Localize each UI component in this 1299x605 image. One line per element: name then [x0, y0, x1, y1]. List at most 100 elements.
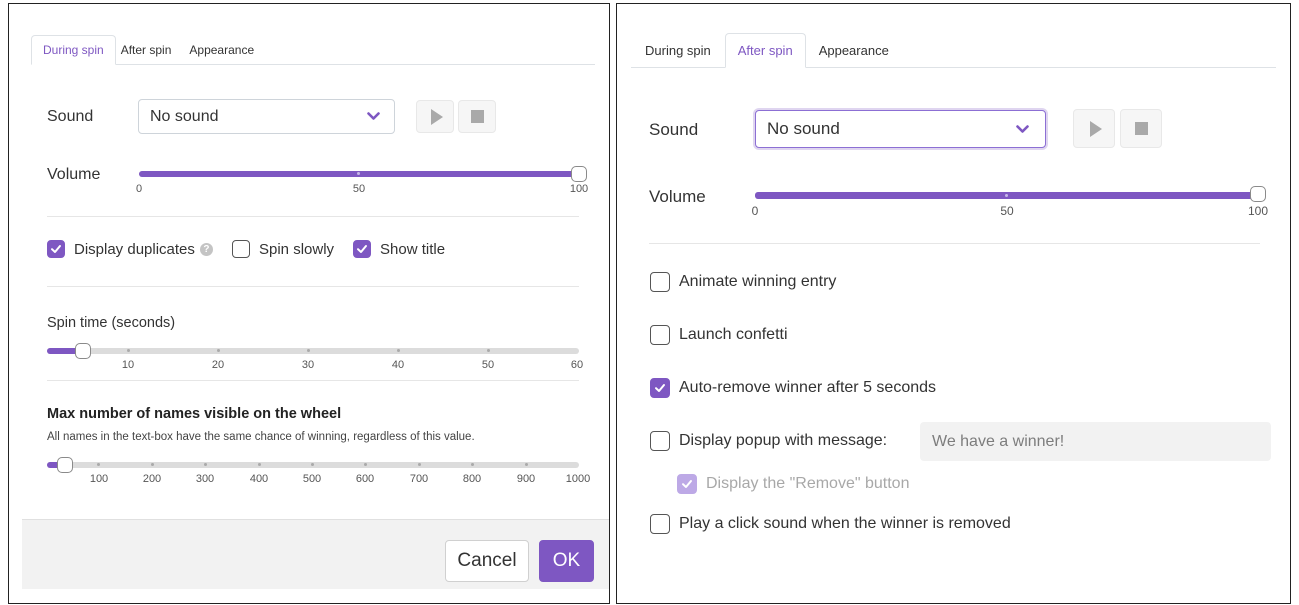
max-names-slider-handle[interactable]: [57, 457, 73, 473]
volume-slider-handle[interactable]: [1250, 186, 1266, 202]
spin-time-tick-label: 40: [391, 359, 405, 371]
click-sound-checkbox[interactable]: Play a click sound when the winner is re…: [650, 514, 1011, 534]
spin-time-slider-handle[interactable]: [75, 343, 91, 359]
display-popup-checkbox[interactable]: Display popup with message:: [650, 431, 887, 451]
checkbox-box: [650, 378, 670, 398]
max-names-tick-dot: [258, 463, 261, 466]
volume-tick-label: 100: [1247, 204, 1269, 218]
show-title-checkbox[interactable]: Show title: [353, 240, 445, 258]
max-names-tick-label: 400: [249, 473, 269, 485]
spin-time-tick-label: 20: [211, 359, 225, 371]
help-icon[interactable]: ?: [199, 242, 213, 256]
max-names-tick-dot: [204, 463, 207, 466]
divider: [47, 380, 579, 381]
play-sound-button[interactable]: [1073, 109, 1115, 148]
max-names-title: Max number of names visible on the wheel: [47, 406, 342, 422]
stop-sound-button[interactable]: [458, 100, 496, 133]
sound-select-value: No sound: [767, 119, 840, 138]
check-icon: [51, 245, 61, 253]
volume-label: Volume: [649, 187, 706, 206]
chevron-down-icon: [1016, 124, 1029, 133]
max-names-tick-dot: [525, 463, 528, 466]
max-names-tick-label: 900: [516, 473, 536, 485]
settings-dialog-after-spin: During spin After spin Appearance Sound …: [616, 3, 1291, 604]
max-names-description: All names in the text-box have the same …: [47, 431, 475, 443]
max-names-tick-label: 200: [142, 473, 162, 485]
launch-confetti-checkbox[interactable]: Launch confetti: [650, 325, 788, 345]
checkbox-box: [650, 514, 670, 534]
volume-tick-label: 100: [569, 183, 589, 195]
play-icon: [430, 108, 443, 125]
auto-remove-winner-checkbox[interactable]: Auto-remove winner after 5 seconds: [650, 378, 936, 398]
play-icon: [1089, 120, 1102, 137]
divider: [47, 216, 579, 217]
volume-slider-fill: [755, 192, 1253, 199]
sound-label: Sound: [649, 120, 699, 139]
max-names-tick-label: 800: [462, 473, 482, 485]
spin-slowly-label: Spin slowly: [259, 240, 335, 258]
spin-time-tick-dot: [307, 349, 310, 352]
stop-icon: [1134, 122, 1148, 135]
display-popup-label: Display popup with message:: [679, 432, 888, 449]
max-names-tick-dot: [151, 463, 154, 466]
max-names-tick-label: 700: [409, 473, 429, 485]
cancel-button[interactable]: Cancel: [445, 540, 529, 582]
spin-time-tick-label: 50: [481, 359, 495, 371]
ok-button[interactable]: OK: [539, 540, 594, 582]
stop-sound-button[interactable]: [1120, 109, 1162, 148]
max-names-tick-label: 500: [302, 473, 322, 485]
max-names-tick-dot: [364, 463, 367, 466]
display-duplicates-checkbox[interactable]: Display duplicates ?: [47, 240, 213, 258]
spin-time-label: Spin time (seconds): [47, 315, 176, 331]
play-sound-button[interactable]: [416, 100, 454, 133]
spin-time-tick-dot: [487, 349, 490, 352]
auto-remove-winner-label: Auto-remove winner after 5 seconds: [679, 379, 937, 396]
max-names-tick-dot: [311, 463, 314, 466]
max-names-tick-label: 300: [195, 473, 215, 485]
launch-confetti-label: Launch confetti: [679, 326, 788, 343]
checkbox-box: [232, 240, 250, 258]
sound-select-value: No sound: [150, 107, 219, 125]
checkbox-box: [353, 240, 371, 258]
checkbox-box: [677, 474, 697, 494]
display-duplicates-label: Display duplicates: [74, 240, 195, 258]
volume-tick-label: 0: [135, 183, 143, 195]
spin-slowly-checkbox[interactable]: Spin slowly: [232, 240, 334, 258]
spin-time-tick-label: 10: [121, 359, 135, 371]
check-icon: [682, 480, 692, 488]
stop-icon: [470, 110, 484, 123]
sound-select[interactable]: No sound: [755, 110, 1046, 148]
volume-label: Volume: [47, 166, 101, 183]
tab-during-spin[interactable]: During spin: [631, 33, 725, 68]
volume-tick-dot: [1005, 194, 1008, 197]
animate-winning-entry-checkbox[interactable]: Animate winning entry: [650, 272, 836, 292]
spin-time-tick-label: 30: [301, 359, 315, 371]
animate-winning-entry-label: Animate winning entry: [679, 273, 837, 290]
sound-select[interactable]: No sound: [138, 99, 395, 134]
popup-message-input[interactable]: We have a winner!: [920, 422, 1271, 461]
divider: [47, 286, 579, 287]
dialog-footer: Cancel OK: [22, 519, 609, 589]
spin-time-tick-dot: [127, 349, 130, 352]
spin-time-tick-dot: [217, 349, 220, 352]
tab-bar: During spin After spin Appearance: [631, 32, 1276, 68]
checkbox-box: [650, 431, 670, 451]
max-names-tick-label: 600: [355, 473, 375, 485]
max-names-tick-label: 100: [89, 473, 109, 485]
tab-during-spin[interactable]: During spin: [31, 35, 116, 65]
volume-tick-label: 50: [352, 183, 366, 195]
tab-bar: During spin After spin Appearance: [31, 34, 595, 65]
checkbox-box: [47, 240, 65, 258]
tab-appearance[interactable]: Appearance: [184, 35, 259, 65]
display-remove-button-checkbox[interactable]: Display the "Remove" button: [677, 474, 909, 494]
volume-tick-dot: [357, 172, 360, 175]
tab-after-spin[interactable]: After spin: [116, 35, 185, 65]
max-names-tick-dot: [471, 463, 474, 466]
show-title-label: Show title: [380, 240, 446, 258]
divider: [649, 243, 1260, 244]
tab-after-spin[interactable]: After spin: [724, 33, 806, 68]
tab-appearance[interactable]: Appearance: [806, 33, 902, 68]
volume-slider-handle[interactable]: [571, 166, 587, 182]
checkbox-box: [650, 325, 670, 345]
spin-time-tick-dot: [397, 349, 400, 352]
